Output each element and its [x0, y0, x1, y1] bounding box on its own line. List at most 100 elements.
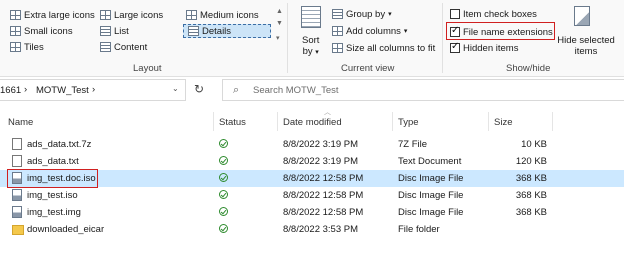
file-size: 368 KB: [515, 173, 547, 184]
refresh-icon[interactable]: ↻: [194, 82, 204, 96]
search-box[interactable]: ⌕ Search MOTW_Test: [222, 79, 624, 101]
file-type: Text Document: [398, 156, 462, 167]
group-by-button[interactable]: Group by ▾: [332, 7, 392, 21]
column-divider[interactable]: [488, 112, 489, 131]
column-header-status[interactable]: Status: [219, 117, 246, 128]
file-row[interactable]: img_test.img 8/8/2022 12:58 PM Disc Imag…: [0, 204, 624, 221]
file-size: 120 KB: [515, 156, 547, 167]
file-row[interactable]: img_test.iso 8/8/2022 12:58 PM Disc Imag…: [0, 187, 624, 204]
size-all-columns-button[interactable]: Size all columns to fit: [332, 41, 435, 55]
status-synced-icon: [219, 139, 228, 148]
group-by-dropdown-icon: ▾: [388, 11, 392, 18]
hide-selected-items-button[interactable]: Hide selected items: [557, 35, 615, 57]
search-input[interactable]: Search MOTW_Test: [253, 85, 339, 96]
file-type: 7Z File: [398, 139, 428, 150]
sort-indicator-icon: ︿: [324, 109, 331, 116]
file-type: Disc Image File: [398, 207, 464, 218]
size-columns-icon: [332, 43, 343, 53]
ribbon-divider: [287, 3, 288, 73]
breadcrumb-expand-icon[interactable]: ›: [92, 84, 95, 95]
list-icon: [100, 26, 111, 36]
file-date: 8/8/2022 12:58 PM: [283, 190, 364, 201]
address-bar[interactable]: 1661 › MOTW_Test › ⌄: [0, 79, 186, 101]
file-row[interactable]: downloaded_eicar 8/8/2022 3:53 PM File f…: [0, 221, 624, 238]
add-columns-button[interactable]: Add columns ▾: [332, 24, 407, 38]
column-divider[interactable]: [213, 112, 214, 131]
content-icon: [100, 42, 111, 52]
column-divider[interactable]: [392, 112, 393, 131]
file-size: 10 KB: [521, 139, 547, 150]
file-date: 8/8/2022 3:19 PM: [283, 139, 358, 150]
breadcrumb-current[interactable]: MOTW_Test: [36, 85, 89, 96]
breadcrumb-parent[interactable]: 1661: [0, 85, 21, 96]
file-name: downloaded_eicar: [27, 224, 105, 235]
layout-list[interactable]: List: [100, 24, 129, 38]
sort-by-button[interactable]: Sort by ▾: [302, 35, 319, 58]
extra-large-icons-icon: [10, 10, 21, 20]
layout-group-label: Layout: [133, 63, 162, 74]
details-icon: [188, 26, 199, 36]
file-size: 368 KB: [515, 190, 547, 201]
small-icons-icon: [10, 26, 21, 36]
add-columns-dropdown-icon: ▾: [403, 28, 408, 35]
layout-large-icons[interactable]: Large icons: [100, 8, 163, 22]
item-check-boxes-checkbox[interactable]: [450, 9, 460, 19]
column-header-date-modified[interactable]: Date modified: [283, 117, 342, 128]
group-by-icon: [332, 9, 343, 19]
ribbon: Extra large icons Large icons Medium ico…: [0, 0, 624, 77]
column-header-size[interactable]: Size: [494, 117, 512, 128]
layout-extra-large-icons[interactable]: Extra large icons: [10, 8, 95, 22]
ribbon-divider: [442, 3, 443, 73]
layout-content[interactable]: Content: [100, 40, 147, 54]
file-type: Disc Image File: [398, 173, 464, 184]
hidden-items-toggle[interactable]: Hidden items: [450, 41, 518, 55]
address-dropdown-icon[interactable]: ⌄: [172, 84, 179, 93]
disc-image-icon: [12, 206, 22, 218]
layout-medium-icons[interactable]: Medium icons: [186, 8, 259, 22]
file-icon: [12, 138, 22, 150]
large-icons-icon: [100, 10, 111, 20]
status-synced-icon: [219, 156, 228, 165]
status-synced-icon: [219, 224, 228, 233]
file-size: 368 KB: [515, 207, 547, 218]
status-synced-icon: [219, 173, 228, 182]
file-name: img_test.iso: [27, 190, 78, 201]
layout-small-icons[interactable]: Small icons: [10, 24, 73, 38]
sort-by-dropdown-icon: ▾: [315, 49, 319, 56]
address-bar-row: 1661 › MOTW_Test › ⌄ ↻ ⌕ Search MOTW_Tes…: [0, 79, 624, 101]
layout-scroll-down-icon[interactable]: ▼: [276, 20, 283, 27]
item-check-boxes-toggle[interactable]: Item check boxes: [450, 7, 537, 21]
highlight-box: [7, 169, 98, 188]
sort-by-icon: [301, 6, 321, 28]
layout-details[interactable]: Details: [183, 24, 271, 38]
current-view-group-label: Current view: [341, 63, 395, 74]
file-row[interactable]: ads_data.txt 8/8/2022 3:19 PM Text Docum…: [0, 153, 624, 170]
breadcrumb-separator-icon[interactable]: ›: [24, 84, 27, 95]
column-header-name[interactable]: Name: [8, 117, 33, 128]
search-icon: ⌕: [233, 83, 240, 96]
tiles-icon: [10, 42, 21, 52]
file-date: 8/8/2022 3:53 PM: [283, 224, 358, 235]
file-date: 8/8/2022 3:19 PM: [283, 156, 358, 167]
file-date: 8/8/2022 12:58 PM: [283, 207, 364, 218]
file-name: img_test.img: [27, 207, 81, 218]
file-name: ads_data.txt.7z: [27, 139, 92, 150]
layout-tiles[interactable]: Tiles: [10, 40, 44, 54]
highlight-box: [446, 22, 555, 40]
file-type: File folder: [398, 224, 440, 235]
medium-icons-icon: [186, 10, 197, 20]
layout-expand-icon[interactable]: ▾: [276, 34, 280, 42]
hidden-items-checkbox[interactable]: [450, 41, 460, 53]
file-row[interactable]: ads_data.txt.7z 8/8/2022 3:19 PM 7Z File…: [0, 136, 624, 153]
file-date: 8/8/2022 12:58 PM: [283, 173, 364, 184]
status-synced-icon: [219, 207, 228, 216]
layout-scroll-up-icon[interactable]: ▲: [276, 8, 283, 15]
column-divider[interactable]: [277, 112, 278, 131]
hide-selected-items-icon: [574, 6, 590, 26]
add-columns-icon: [332, 26, 343, 36]
file-name: ads_data.txt: [27, 156, 79, 167]
folder-icon: [12, 225, 24, 235]
column-header-type[interactable]: Type: [398, 117, 419, 128]
status-synced-icon: [219, 190, 228, 199]
column-divider[interactable]: [552, 112, 553, 131]
